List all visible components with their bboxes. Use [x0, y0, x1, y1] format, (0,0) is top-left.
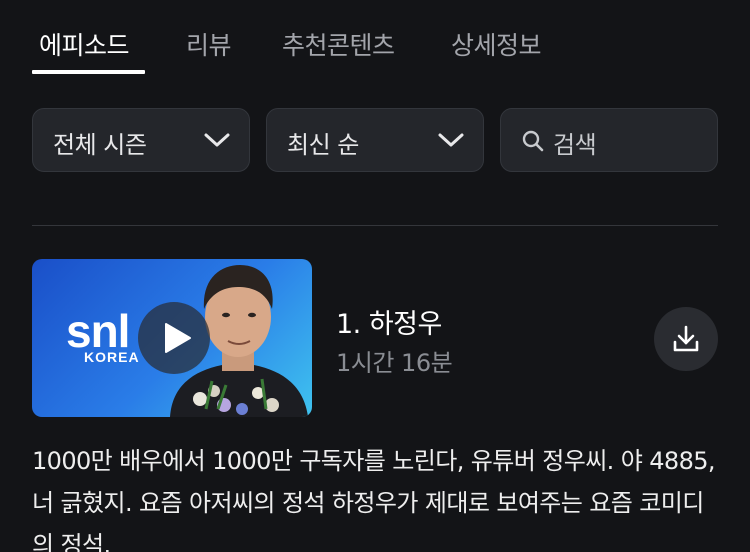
tab-details[interactable]: 상세정보 — [451, 26, 542, 62]
episode-duration: 1시간 16분 — [336, 349, 453, 377]
tab-reviews[interactable]: 리뷰 — [186, 26, 232, 62]
play-button[interactable] — [138, 302, 210, 374]
tab-bar: 에피소드 리뷰 추천콘텐츠 상세정보 — [0, 0, 750, 80]
sort-select-value: 최신 순 — [287, 131, 359, 159]
search-placeholder: 검색 — [553, 131, 597, 159]
chevron-down-icon — [438, 133, 464, 147]
download-icon — [673, 325, 699, 352]
tab-episodes[interactable]: 에피소드 — [39, 26, 130, 62]
active-tab-indicator — [32, 70, 145, 74]
search-input[interactable]: 검색 — [500, 108, 718, 172]
episode-description: 1000만 배우에서 1000만 구독자를 노린다, 유튜버 정우씨. 야 48… — [32, 447, 716, 552]
play-icon — [165, 323, 191, 353]
section-divider — [32, 225, 718, 226]
season-select-value: 전체 시즌 — [53, 131, 147, 159]
chevron-down-icon — [204, 133, 230, 147]
episode-thumbnail[interactable]: snl KOREA — [32, 259, 312, 417]
filter-bar: 전체 시즌 최신 순 검색 — [0, 108, 750, 172]
search-icon — [522, 130, 544, 152]
thumbnail-logo-sub: KOREA — [84, 349, 140, 365]
season-select[interactable]: 전체 시즌 — [32, 108, 250, 172]
tab-recommended[interactable]: 추천콘텐츠 — [282, 26, 395, 62]
sort-select[interactable]: 최신 순 — [266, 108, 484, 172]
download-button[interactable] — [654, 307, 718, 371]
episode-title[interactable]: 1. 하정우 — [336, 302, 442, 341]
